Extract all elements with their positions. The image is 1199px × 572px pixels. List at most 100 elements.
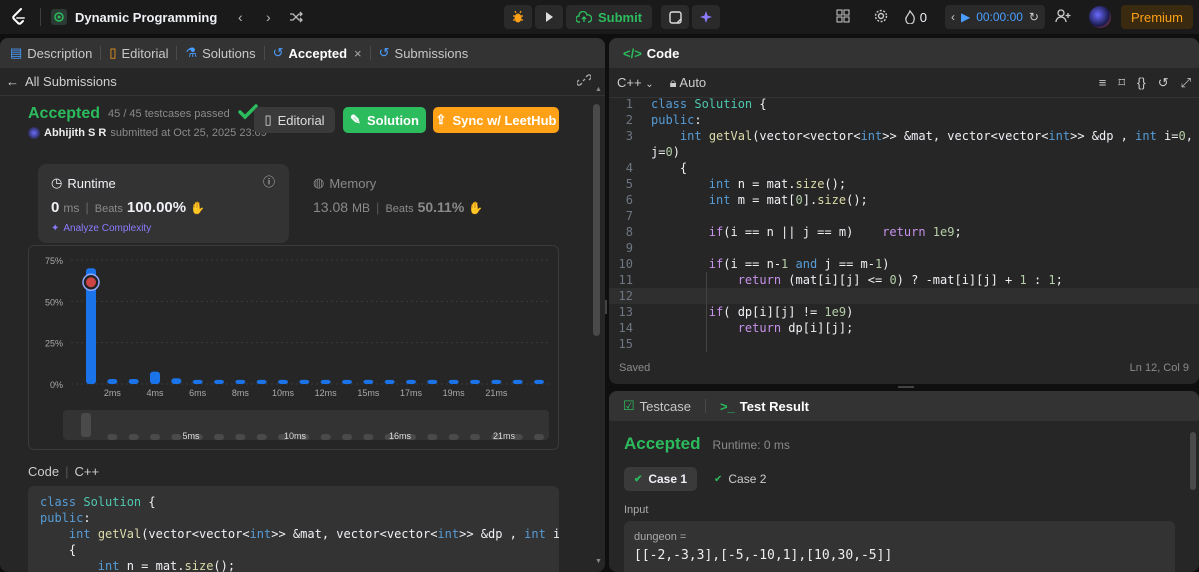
- chart-bar: [512, 379, 523, 384]
- tab-test-result[interactable]: >_ Test Result: [716, 399, 813, 414]
- scrollbar[interactable]: [593, 104, 600, 336]
- layout-grid-icon[interactable]: [836, 9, 850, 26]
- scroll-down-icon[interactable]: ▼: [595, 558, 602, 565]
- analyze-complexity-link[interactable]: ✦ Analyze Complexity: [51, 223, 151, 234]
- runtime-value: 0: [51, 199, 60, 216]
- editor-line[interactable]: 14 return dp[i][j];: [609, 320, 1199, 336]
- avatar[interactable]: [28, 127, 40, 139]
- editor-line[interactable]: 4 {: [609, 160, 1199, 176]
- history-icon: ↺: [378, 45, 390, 60]
- editor-line[interactable]: 9: [609, 240, 1199, 256]
- submitter: Abhijith S R submitted at Oct 25, 2025 2…: [28, 127, 267, 139]
- back-link[interactable]: ← All Submissions: [6, 74, 117, 89]
- reset-icon[interactable]: ↻: [1029, 10, 1039, 24]
- editor-line[interactable]: 1 class Solution {: [609, 96, 1199, 112]
- editor-line[interactable]: 11 return (mat[i][j] <= 0) ? -mat[i][j] …: [609, 272, 1199, 288]
- editor-line[interactable]: 8 if(i == n || j == m) return 1e9;: [609, 224, 1199, 240]
- left-panel: ▤ Description ▯ Editorial ⚗ Solutions ↺ …: [0, 38, 605, 572]
- chart-bar: [150, 371, 160, 384]
- left-tabs: ▤ Description ▯ Editorial ⚗ Solutions ↺ …: [0, 38, 605, 68]
- run-button[interactable]: [535, 5, 563, 29]
- solution-button[interactable]: ✎ Solution: [343, 107, 426, 133]
- sync-leethub-button[interactable]: ⇪ Sync w/ LeetHub: [433, 107, 559, 133]
- runtime-distribution-chart[interactable]: 75% 50% 25% 0% 2ms 4ms 6ms 8ms 10ms 12ms 15ms 17ms 1…: [28, 245, 559, 450]
- editor-line[interactable]: 5 int n = mat.size();: [609, 176, 1199, 192]
- chart-bar: [235, 379, 246, 384]
- tab-accepted[interactable]: ↺ Accepted ×: [269, 45, 366, 61]
- overview-bar: [235, 434, 246, 440]
- link-icon[interactable]: [576, 73, 592, 90]
- tab-testcase[interactable]: ☑ Testcase: [619, 398, 695, 414]
- expand-icon[interactable]: ⤢: [1181, 75, 1191, 91]
- debug-button[interactable]: [504, 5, 532, 29]
- tab-description[interactable]: ▤ Description: [6, 45, 96, 61]
- code-line: class Solution {: [40, 495, 156, 509]
- shuffle-icon[interactable]: [285, 6, 307, 28]
- indent-guide: [706, 272, 707, 352]
- editor-line[interactable]: j=0): [609, 144, 1199, 160]
- next-problem-button[interactable]: ›: [257, 6, 279, 28]
- prev-problem-button[interactable]: ‹: [229, 6, 251, 28]
- username[interactable]: Abhijith S R: [44, 127, 106, 139]
- chart-bar: [320, 379, 331, 384]
- auto-mode[interactable]: 🔒︎ Auto: [670, 75, 707, 91]
- editor-line[interactable]: 3 int getVal(vector<vector<int>> &mat, v…: [609, 128, 1199, 144]
- play-icon[interactable]: ▶: [961, 10, 970, 24]
- language-select[interactable]: C++ ⌄: [617, 75, 654, 90]
- notes-button[interactable]: [661, 5, 690, 29]
- chart-bar: [384, 379, 395, 384]
- premium-button[interactable]: Premium: [1120, 5, 1193, 29]
- runtime-card[interactable]: ◷ Runtime ⓘ 0 ms | Beats 100.00% ✋ ✦ Ana…: [38, 164, 289, 243]
- reset-icon[interactable]: ↺: [1158, 75, 1169, 91]
- overview-tick-label: 21ms: [493, 431, 516, 441]
- back-label: All Submissions: [25, 74, 117, 89]
- braces-icon[interactable]: {}: [1137, 75, 1146, 91]
- editor-line[interactable]: 7: [609, 208, 1199, 224]
- case-2-tab[interactable]: ✔ Case 2: [714, 467, 766, 491]
- submitted-code: class Solution { public: int getVal(vect…: [28, 486, 559, 572]
- chart-bar: [256, 379, 267, 384]
- avatar[interactable]: [1088, 6, 1111, 28]
- timer[interactable]: ‹ ▶ 00:00:00 ↻: [944, 5, 1045, 29]
- resize-handle[interactable]: [898, 386, 914, 388]
- tab-submissions[interactable]: ↺ Submissions: [375, 45, 473, 61]
- info-icon[interactable]: ⓘ: [263, 173, 275, 190]
- close-icon[interactable]: ×: [354, 46, 362, 61]
- scrollbar[interactable]: [1190, 432, 1196, 490]
- format-icon[interactable]: ≡: [1099, 75, 1107, 91]
- clap-icon: ✋: [190, 201, 206, 215]
- tab-editorial[interactable]: ▯ Editorial: [105, 45, 172, 61]
- editor-line[interactable]: 12: [609, 288, 1199, 304]
- editor-line[interactable]: 15: [609, 336, 1199, 352]
- x-tick-label: 19ms: [443, 388, 466, 398]
- editor-line[interactable]: 6 int m = mat[0].size();: [609, 192, 1199, 208]
- history-icon: ↺: [272, 45, 284, 60]
- add-user-icon[interactable]: [1055, 8, 1071, 26]
- resize-handle-vertical[interactable]: [605, 300, 607, 314]
- case-1-tab[interactable]: ✔ Case 1: [624, 467, 697, 491]
- code-label: Code: [28, 464, 60, 479]
- tab-solutions[interactable]: ⚗ Solutions: [181, 45, 259, 61]
- editor-line[interactable]: 2 public:: [609, 112, 1199, 128]
- editor-line[interactable]: 13 if( dp[i][j] != 1e9): [609, 304, 1199, 320]
- chart-bar: [491, 379, 502, 384]
- scroll-up-icon[interactable]: ▲: [595, 86, 602, 93]
- editorial-button[interactable]: ▯ Editorial: [254, 107, 335, 133]
- leetcode-logo-icon[interactable]: [8, 6, 30, 28]
- editor-toolbar: C++ ⌄ 🔒︎ Auto ≡ ⌑ {} ↺ ⤢: [609, 68, 1199, 98]
- ai-assist-button[interactable]: [692, 5, 721, 29]
- streak-counter[interactable]: 0: [904, 10, 927, 25]
- problem-list[interactable]: Dynamic Programming: [51, 9, 217, 25]
- clap-icon: ✋: [468, 201, 484, 215]
- overview-bar: [470, 434, 480, 440]
- chevron-left-icon[interactable]: ‹: [951, 10, 955, 24]
- tab-code[interactable]: </> Code: [619, 46, 683, 61]
- gear-icon[interactable]: [874, 9, 888, 26]
- editor-line[interactable]: 10 if(i == n-1 and j == m-1): [609, 256, 1199, 272]
- memory-header[interactable]: ◍ Memory: [313, 175, 376, 191]
- tab-label: Accepted: [288, 45, 348, 61]
- bookmark-icon[interactable]: ⌑: [1118, 75, 1125, 91]
- editor-content[interactable]: 1 class Solution {2 public: 3 int getVal(ve…: [609, 96, 1199, 352]
- submit-button[interactable]: Submit: [566, 5, 653, 29]
- y-tick-label: 50%: [45, 297, 63, 307]
